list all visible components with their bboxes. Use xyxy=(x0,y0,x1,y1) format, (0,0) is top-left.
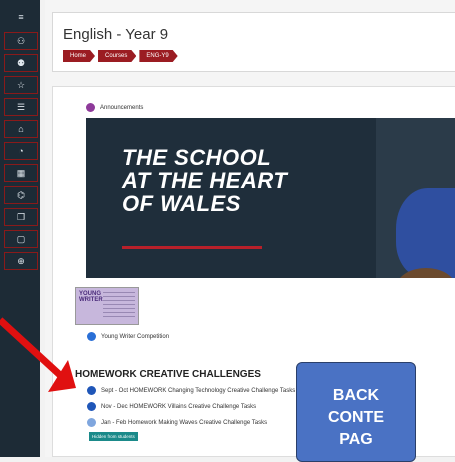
globe-glyph: ⊕ xyxy=(17,255,25,266)
star-glyph: ☆ xyxy=(16,79,26,90)
graduation-icon[interactable]: ⌬ xyxy=(4,186,38,204)
users-icon[interactable]: ⚇ xyxy=(4,32,38,50)
users-glyph: ⚇ xyxy=(16,35,26,46)
photo-shape xyxy=(396,188,455,278)
task-link-3[interactable]: Jan - Feb Homework Making Waves Creative… xyxy=(87,418,267,427)
back-line-2: CONTE xyxy=(328,409,384,426)
banner-underline xyxy=(122,246,262,249)
task-label-3: Jan - Feb Homework Making Waves Creative… xyxy=(101,419,268,426)
hidden-badge: Hidden from students xyxy=(89,432,138,441)
task-link-2[interactable]: Nov - Dec HOMEWORK Villains Creative Cha… xyxy=(87,402,256,411)
announcements-label: Announcements xyxy=(100,104,144,111)
list-glyph: ☰ xyxy=(16,101,26,112)
banner-line-1: THE SCHOOL xyxy=(122,145,272,170)
star-icon[interactable]: ☆ xyxy=(4,76,38,94)
breadcrumb-home[interactable]: Home xyxy=(63,50,95,62)
home-icon[interactable]: ⌂ xyxy=(4,120,38,138)
menu-icon[interactable]: ≡ xyxy=(4,8,38,26)
clipboard-glyph: ▢ xyxy=(16,233,26,244)
menu-glyph: ≡ xyxy=(18,12,24,22)
task-link-1[interactable]: Sept - Oct HOMEWORK Changing Technology … xyxy=(87,386,295,395)
breadcrumb: Home Courses ENG-Y9 xyxy=(63,50,181,62)
dashboard-glyph: ◔ xyxy=(18,146,24,156)
globe-icon[interactable]: ⊕ xyxy=(4,252,38,270)
thumb-text-lines xyxy=(103,292,135,320)
dashboard-icon[interactable]: ◔ xyxy=(4,142,38,160)
page-title: English - Year 9 xyxy=(63,26,169,43)
people-glyph: ⚉ xyxy=(16,57,26,68)
task-label-2: Nov - Dec HOMEWORK Villains Creative Cha… xyxy=(101,403,257,410)
announcements-link[interactable]: Announcements xyxy=(86,103,143,112)
section-title: HOMEWORK CREATIVE CHALLENGES xyxy=(75,369,261,380)
people-icon[interactable]: ⚉ xyxy=(4,54,38,72)
back-line-1: BACK xyxy=(332,387,380,404)
school-banner: THE SCHOOL AT THE HEART OF WALES xyxy=(86,118,455,278)
young-writer-label: Young Writer Competition xyxy=(101,333,170,340)
calendar-glyph: ▦ xyxy=(16,167,26,178)
clipboard-icon[interactable]: ▢ xyxy=(4,230,38,248)
breadcrumb-courses[interactable]: Courses xyxy=(98,50,136,62)
list-icon[interactable]: ☰ xyxy=(4,98,38,116)
banner-line-2: AT THE HEART xyxy=(122,168,288,193)
files-icon[interactable]: ❐ xyxy=(4,208,38,226)
file-icon xyxy=(87,418,96,427)
back-line-3: PAG xyxy=(339,431,373,448)
home-glyph: ⌂ xyxy=(18,124,24,134)
banner-text: THE SCHOOL AT THE HEART OF WALES xyxy=(122,146,287,215)
task-label-1: Sept - Oct HOMEWORK Changing Technology … xyxy=(101,387,296,394)
student-photo xyxy=(376,118,455,278)
graduation-glyph: ⌬ xyxy=(17,189,25,200)
red-arrow-icon xyxy=(0,317,76,392)
banner-line-3: OF WALES xyxy=(122,191,241,216)
calendar-icon[interactable]: ▦ xyxy=(4,164,38,182)
forum-icon xyxy=(86,103,95,112)
page-header: English - Year 9 Home Courses ENG-Y9 xyxy=(52,12,455,72)
breadcrumb-course[interactable]: ENG-Y9 xyxy=(139,50,177,62)
files-glyph: ❐ xyxy=(16,211,26,222)
back-button-text: BACK CONTE PAG xyxy=(297,363,415,451)
back-to-content-button[interactable]: BACK CONTE PAG xyxy=(296,362,416,462)
